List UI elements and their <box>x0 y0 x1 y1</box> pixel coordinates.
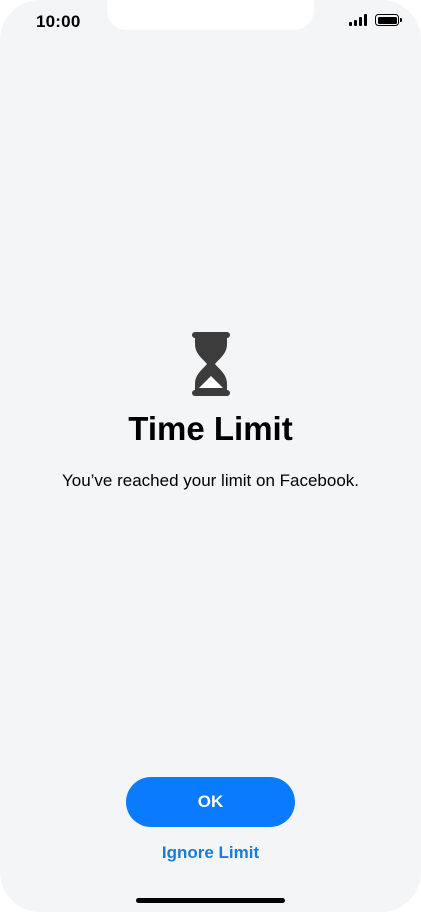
screen: 10:00 Time Limit You’ve reached your lim… <box>0 0 421 912</box>
ignore-limit-button[interactable]: Ignore Limit <box>0 843 421 863</box>
device-notch <box>107 0 314 30</box>
hourglass-icon <box>192 332 230 396</box>
home-indicator[interactable] <box>136 898 285 903</box>
cellular-signal-icon <box>349 14 367 26</box>
battery-icon <box>375 14 402 26</box>
alert-title: Time Limit <box>128 410 293 447</box>
status-indicators <box>349 14 402 26</box>
ok-button[interactable]: OK <box>126 777 295 827</box>
status-time: 10:00 <box>36 12 81 31</box>
alert-message: You’ve reached your limit on Facebook. <box>61 471 360 490</box>
